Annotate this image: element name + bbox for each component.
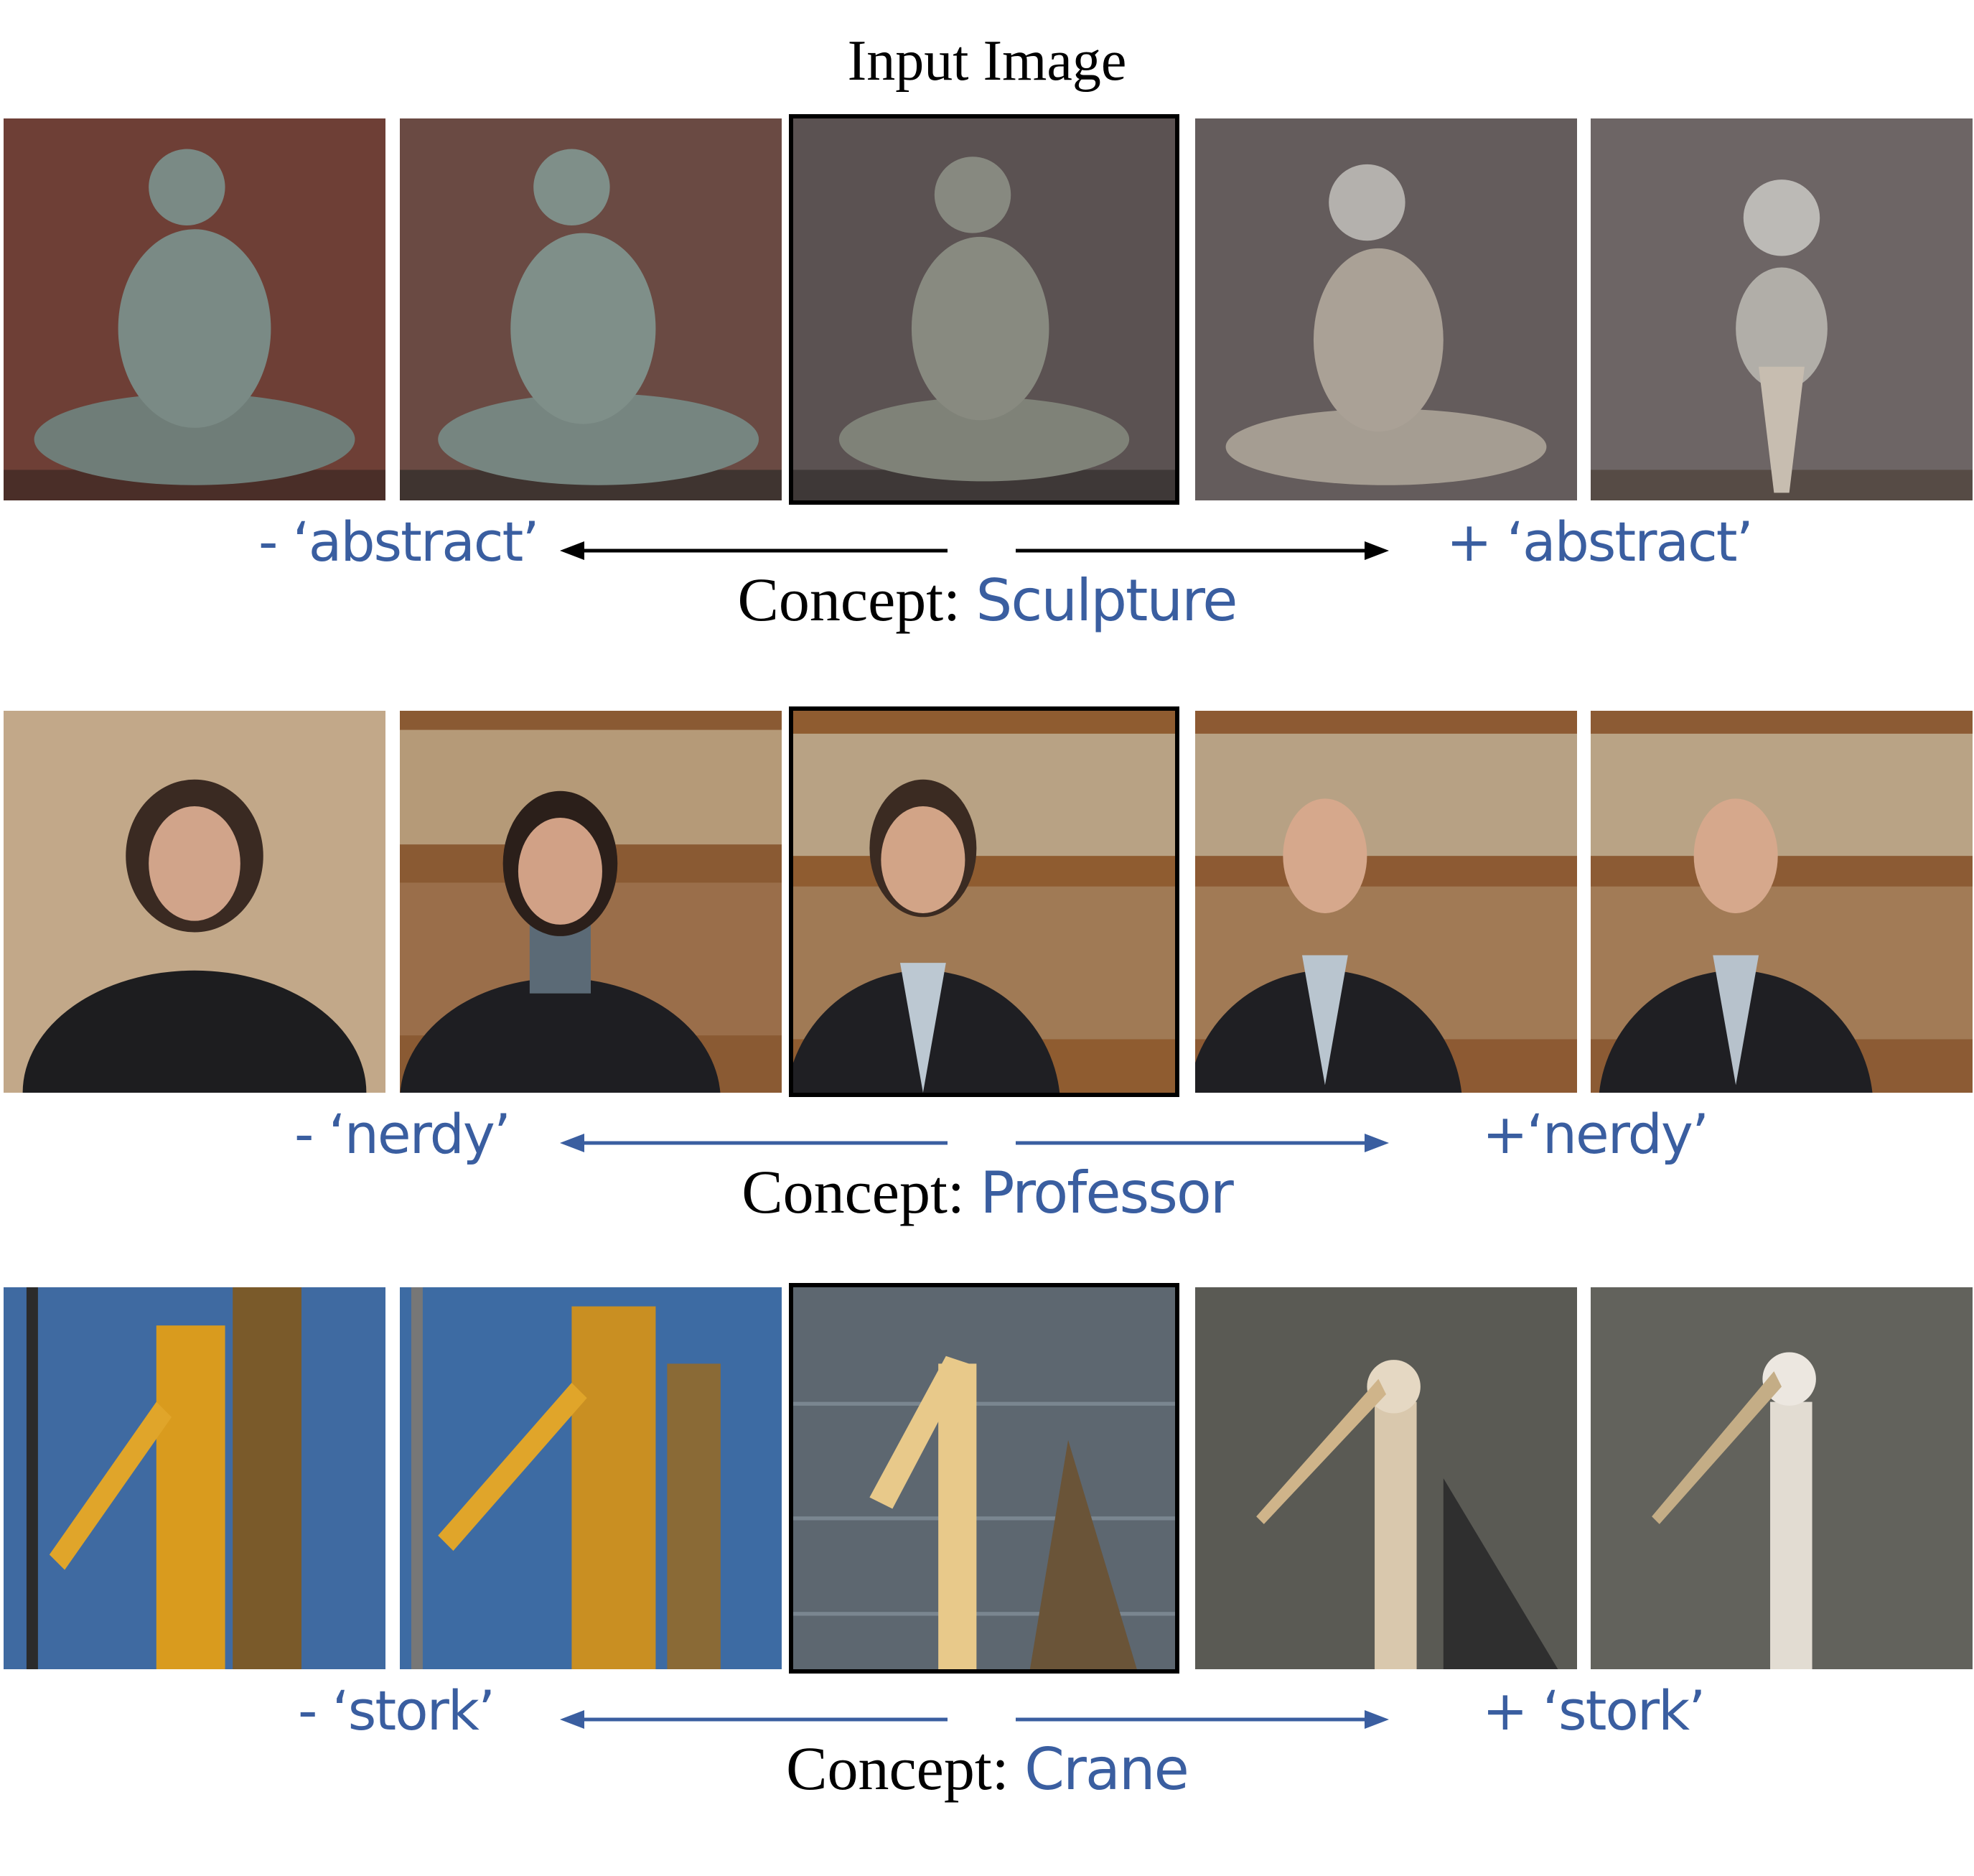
concept-prefix: Concept: [786,1734,1009,1803]
concept-prefix: Concept: [737,565,961,634]
professor-input-image [789,706,1179,1097]
professor-image-1 [4,711,385,1093]
concept-value: Professor [980,1159,1233,1226]
crane-input-image [789,1283,1179,1674]
row-crane: - ‘stork’ + ‘stork’ Concept: Crane [0,1283,1974,1876]
concept-value: Sculpture [976,567,1238,634]
left-arrow [560,1134,948,1152]
concept-prefix: Concept: [742,1157,965,1226]
crane-image-1 [4,1287,385,1669]
row-professor: - ‘nerdy’ +‘nerdy’ Concept: Professor [0,706,1974,1299]
professor-image-5 [1591,711,1973,1093]
sculpture-image-5 [1591,118,1973,500]
sculpture-image-2 [400,118,782,500]
crane-image-4 [1195,1287,1577,1669]
concept-value: Crane [1024,1736,1189,1803]
concept-caption: Concept: Professor [0,1156,1974,1228]
right-arrow [1016,1134,1389,1152]
left-arrow [560,1710,948,1729]
right-arrow [1016,541,1389,560]
crane-image-2 [400,1287,782,1669]
professor-image-4 [1195,711,1577,1093]
concept-caption: Concept: Sculpture [0,564,1974,635]
sculpture-image-4 [1195,118,1577,500]
professor-image-2 [400,711,782,1093]
input-image-title: Input Image [847,29,1127,93]
left-arrow [560,541,948,560]
row-sculpture: - ‘abstract’ + ‘abstract’ Concept: Sculp… [0,114,1974,707]
right-arrow [1016,1710,1389,1729]
concept-caption: Concept: Crane [0,1732,1974,1804]
sculpture-image-1 [4,118,385,500]
crane-image-5 [1591,1287,1973,1669]
sculpture-input-image [789,114,1179,505]
